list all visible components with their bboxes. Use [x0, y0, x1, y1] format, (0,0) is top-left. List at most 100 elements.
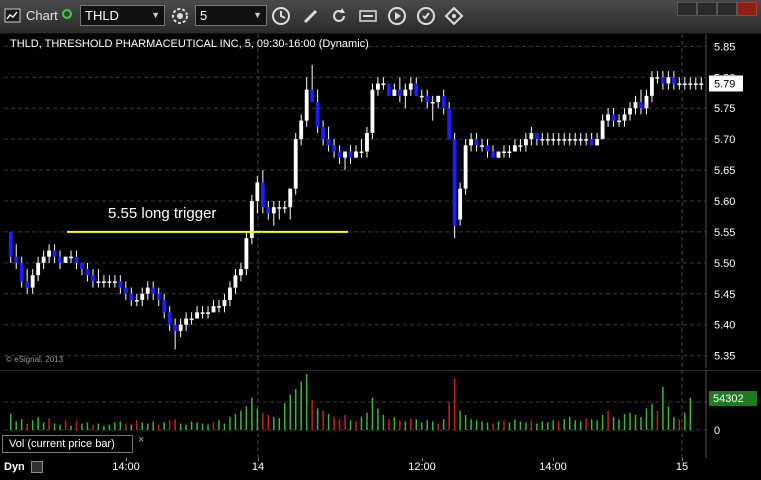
candle-body	[162, 299, 167, 313]
candle-body	[562, 139, 567, 141]
candle-body	[282, 207, 287, 209]
candle-body	[337, 151, 342, 158]
play-icon[interactable]	[387, 6, 407, 26]
candle-body	[129, 293, 134, 300]
candle-body	[660, 77, 665, 84]
candle-body	[8, 231, 13, 257]
candle-body	[485, 145, 490, 152]
candle-body	[69, 256, 73, 259]
close-icon[interactable]: ×	[138, 434, 144, 446]
candle-body	[80, 262, 84, 270]
candle-body	[233, 275, 238, 288]
candle-body	[523, 139, 528, 146]
candle-body	[178, 324, 183, 331]
trigger-annotation: 5.55 long trigger	[108, 205, 217, 222]
candle-body	[354, 151, 358, 158]
candle-body	[74, 256, 79, 263]
price-tick-label: 5.60	[714, 196, 735, 208]
candle-body	[392, 89, 397, 96]
maximize-button[interactable]	[717, 2, 737, 16]
candle-body	[595, 139, 600, 146]
time-icon[interactable]	[271, 6, 291, 26]
ticker-icon[interactable]	[358, 6, 378, 26]
pencil-icon[interactable]	[301, 6, 321, 26]
price-tick-label: 5.85	[714, 41, 735, 53]
settings-icon[interactable]	[416, 6, 436, 26]
chevron-down-icon[interactable]: ▼	[253, 6, 262, 25]
candle-body	[91, 275, 95, 282]
candle-body	[310, 89, 315, 103]
candle-body	[693, 83, 698, 85]
candle-body	[228, 287, 232, 300]
restore-button[interactable]	[697, 2, 717, 16]
candle-body	[496, 151, 501, 158]
candle-body	[96, 281, 101, 283]
candle-body	[200, 312, 205, 314]
candle-body	[343, 151, 347, 158]
candle-body	[151, 287, 156, 294]
candle-body	[688, 83, 693, 85]
candle-body	[52, 250, 57, 257]
volume-tick-label: 0	[714, 425, 720, 437]
price-grid	[4, 34, 706, 368]
volume-badge-label: 54302	[713, 393, 744, 405]
link-icon[interactable]	[62, 9, 72, 19]
candle-body	[370, 89, 375, 133]
candle-body	[315, 102, 320, 127]
candle-body	[463, 145, 468, 189]
candle-body	[167, 312, 172, 325]
candle-body	[567, 139, 572, 141]
dyn-label: Dyn	[4, 461, 25, 473]
candle-body	[266, 207, 271, 214]
interval-value: 5	[200, 8, 208, 23]
candle-body	[414, 83, 419, 96]
close-button[interactable]	[737, 2, 757, 16]
chart-icon[interactable]	[4, 7, 21, 24]
candle-body	[386, 83, 391, 96]
candle-body	[381, 83, 386, 85]
chevron-down-icon[interactable]: ▼	[151, 6, 160, 25]
candle-body	[30, 275, 35, 288]
interval-input[interactable]: 5 ▼	[195, 5, 267, 26]
volume-study-label[interactable]: Vol (current price bar)	[2, 435, 133, 453]
candle-body	[584, 139, 589, 141]
candle-body	[288, 188, 293, 208]
candle-body	[123, 287, 128, 294]
app-label: Chart	[26, 8, 58, 23]
candle-body	[25, 281, 30, 288]
time-tick	[422, 458, 423, 461]
candle-body	[682, 83, 687, 85]
candle-body	[222, 299, 227, 307]
candle-body	[628, 108, 632, 115]
time-tick	[682, 458, 683, 461]
candle-body	[441, 95, 446, 109]
candle-body	[63, 256, 68, 263]
candle-body	[271, 207, 276, 214]
candle-body	[299, 120, 304, 140]
candle-body	[206, 312, 210, 314]
candle-body	[321, 126, 326, 140]
candle-body	[611, 114, 616, 121]
symbol-value: THLD	[85, 8, 119, 23]
candle-body	[655, 77, 660, 79]
candle-body	[474, 139, 479, 146]
minimize-button[interactable]	[677, 2, 697, 16]
candle-body	[617, 120, 621, 123]
candle-body	[491, 151, 495, 158]
candle-body	[666, 77, 671, 84]
candle-body	[14, 256, 19, 263]
refresh-icon[interactable]	[329, 6, 349, 26]
last-price-label: 5.79	[714, 78, 735, 90]
lock-icon[interactable]	[31, 461, 43, 473]
candle-body	[397, 89, 402, 96]
candle-body	[244, 238, 249, 270]
candle-body	[134, 299, 139, 302]
crosshair-icon[interactable]	[444, 6, 464, 26]
gear-icon[interactable]	[170, 6, 190, 26]
price-chart[interactable]: 5.855.805.755.705.655.605.555.505.455.40…	[0, 34, 761, 368]
candle-body	[534, 132, 539, 140]
candle-body	[633, 102, 638, 109]
candle-body	[644, 95, 649, 109]
symbol-input[interactable]: THLD ▼	[80, 5, 165, 26]
candle-body	[376, 83, 380, 90]
